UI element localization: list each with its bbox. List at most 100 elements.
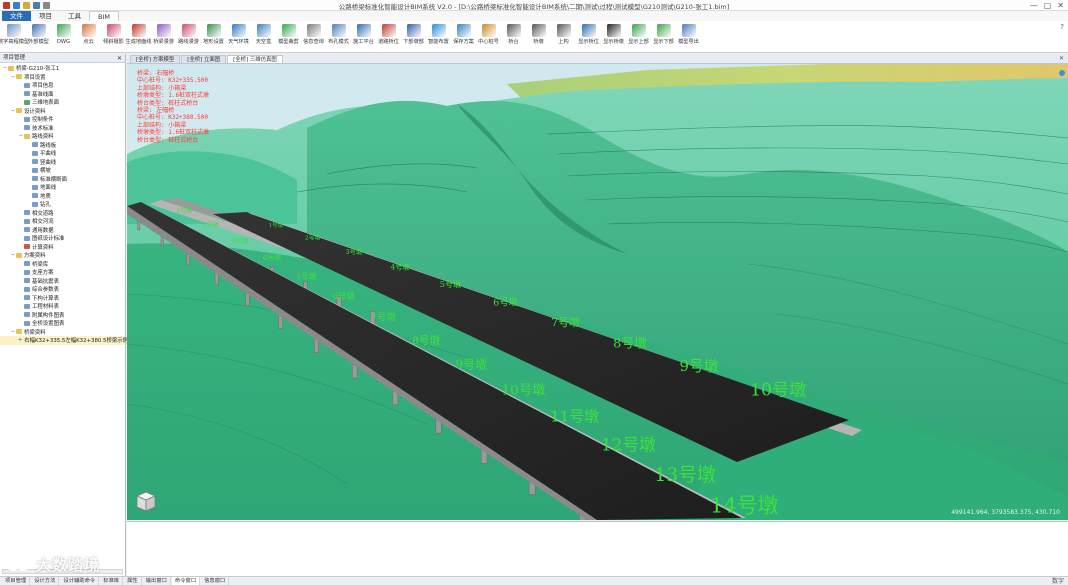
ribbon-button[interactable]: 外部模型 bbox=[26, 21, 51, 53]
watermark-text: 大数踏境 bbox=[36, 556, 101, 574]
close-panel-icon[interactable]: ✕ bbox=[117, 54, 122, 63]
ribbon-button[interactable]: DWG bbox=[51, 21, 76, 53]
tree-node[interactable]: 标准横断面 bbox=[0, 175, 125, 184]
tree-node[interactable]: − 方案资料 bbox=[0, 251, 125, 260]
document-icon bbox=[24, 125, 30, 131]
tree-node[interactable]: 全桥设置图表 bbox=[0, 319, 125, 328]
bottom-tab[interactable]: 项目管理 bbox=[2, 577, 31, 585]
ribbon-button[interactable]: 地形设置 bbox=[201, 21, 226, 53]
ribbon-button[interactable]: 路线漫游 bbox=[176, 21, 201, 53]
ribbon-button[interactable]: 生成地面线 bbox=[126, 21, 151, 53]
tree-node[interactable]: 基准线面 bbox=[0, 90, 125, 99]
tree-node[interactable]: 综合参数表 bbox=[0, 285, 125, 294]
menu-tab-tools[interactable]: 工具 bbox=[60, 11, 89, 21]
tree-node[interactable]: 基础抗震表 bbox=[0, 277, 125, 286]
output-panel[interactable] bbox=[127, 521, 1068, 576]
tree-node[interactable]: 平曲线 bbox=[0, 149, 125, 158]
tree-node[interactable]: 竖曲线 bbox=[0, 158, 125, 167]
ribbon-button-label: 上构 bbox=[558, 39, 569, 45]
dropdown-icon[interactable] bbox=[43, 1, 50, 9]
bottom-tab[interactable]: 信息窗口 bbox=[201, 577, 230, 585]
bottom-tab[interactable]: 设计方法 bbox=[31, 577, 60, 585]
tree-node[interactable]: 控制条件 bbox=[0, 115, 125, 124]
tree-node[interactable]: 项目信息 bbox=[0, 81, 125, 90]
bottom-tab[interactable]: 标准库 bbox=[100, 577, 124, 585]
ribbon-button[interactable]: 上构 bbox=[551, 21, 576, 53]
tree-node[interactable]: − 桥梁-G210-张工1 bbox=[0, 64, 125, 73]
tree-node[interactable]: 通用数据 bbox=[0, 226, 125, 235]
menu-tab-project[interactable]: 项目 bbox=[31, 11, 60, 21]
tree-node[interactable]: 三维地表面 bbox=[0, 98, 125, 107]
ribbon-button[interactable]: 显示桥墩 bbox=[601, 21, 626, 53]
ribbon-button[interactable]: 数字高程模型 bbox=[0, 21, 29, 53]
ribbon-button[interactable]: 施工平台 bbox=[351, 21, 376, 53]
ribbon-button[interactable]: 布孔模式 bbox=[326, 21, 351, 53]
save-icon[interactable] bbox=[33, 1, 40, 9]
ribbon-button[interactable]: 显示下部 bbox=[651, 21, 676, 53]
view-tab[interactable]: [全桥] 立面图 bbox=[181, 55, 227, 63]
ribbon-button[interactable]: 桥台 bbox=[501, 21, 526, 53]
menu-tab-bim[interactable]: BIM bbox=[89, 11, 119, 21]
ribbon-button[interactable]: 道路桥位 bbox=[376, 21, 401, 53]
open-file-icon[interactable] bbox=[23, 1, 30, 9]
tree-node-label: 支座方案 bbox=[32, 270, 54, 277]
tree-node[interactable]: − 项目设置 bbox=[0, 73, 125, 82]
view-tab[interactable]: [全桥] 方案模型 bbox=[130, 55, 181, 63]
ribbon-tool-icon bbox=[231, 24, 246, 37]
ribbon-button[interactable]: 显示上部 bbox=[626, 21, 651, 53]
ribbon-button[interactable]: 天气环境 bbox=[226, 21, 251, 53]
tree-node[interactable]: 横坡 bbox=[0, 166, 125, 175]
tree-node[interactable]: 桥梁库 bbox=[0, 260, 125, 269]
close-tab-icon[interactable]: ✕ bbox=[1059, 55, 1064, 62]
tree-node[interactable]: 地面线 bbox=[0, 183, 125, 192]
viewport-nav-dot[interactable] bbox=[1059, 70, 1065, 76]
ribbon-button[interactable]: 桥墩 bbox=[526, 21, 551, 53]
tree-node[interactable]: 下构计算表 bbox=[0, 294, 125, 303]
tree-node[interactable]: + 右幅K32+335.5左幅K32+380.5桥梁示例1 bbox=[0, 336, 131, 345]
bottom-tab[interactable]: 命令窗口 bbox=[171, 577, 201, 585]
ribbon-button[interactable]: 模型裁剪 bbox=[276, 21, 301, 53]
ribbon-button[interactable]: 保存方案 bbox=[451, 21, 476, 53]
tree-node[interactable]: − 路线资料 bbox=[0, 132, 125, 141]
expand-toggle-icon[interactable]: + bbox=[18, 337, 22, 343]
tree-node[interactable]: 支座方案 bbox=[0, 268, 125, 277]
terrain-icon bbox=[24, 99, 30, 105]
view-cube-icon[interactable] bbox=[133, 488, 159, 514]
tree-node[interactable]: 钻孔 bbox=[0, 200, 125, 209]
tree-node-label: 地质 bbox=[40, 193, 51, 200]
ribbon-button[interactable]: 显示桥位 bbox=[576, 21, 601, 53]
ribbon-button[interactable]: 信息查询 bbox=[301, 21, 326, 53]
tree-node[interactable]: 地质 bbox=[0, 192, 125, 201]
pier-label: 2号墩 bbox=[305, 234, 320, 242]
close-button[interactable]: ✕ bbox=[1057, 0, 1064, 11]
ribbon-button[interactable]: 倾斜摄影 bbox=[101, 21, 126, 53]
tree-node[interactable]: − 桥梁资料 bbox=[0, 328, 125, 337]
tree-node[interactable]: 工程材料表 bbox=[0, 302, 125, 311]
ribbon-button[interactable]: 下部墩部 bbox=[401, 21, 426, 53]
ribbon-button[interactable]: 天空盒 bbox=[251, 21, 276, 53]
new-file-icon[interactable] bbox=[13, 1, 20, 9]
tree-node[interactable]: 附属构件图表 bbox=[0, 311, 125, 320]
bottom-tab[interactable]: 属性 bbox=[124, 577, 142, 585]
help-icon[interactable]: ? bbox=[1060, 23, 1064, 31]
ribbon-button[interactable]: 智能布置 bbox=[426, 21, 451, 53]
ribbon-button[interactable]: 桥梁漫游 bbox=[151, 21, 176, 53]
tree-node[interactable]: 相交道路 bbox=[0, 209, 125, 218]
ribbon-button[interactable]: 中心桩号 bbox=[476, 21, 501, 53]
tree-node[interactable]: 相交河流 bbox=[0, 217, 125, 226]
ribbon-button-label: 保存方案 bbox=[453, 39, 474, 45]
tree-node[interactable]: 技术标准 bbox=[0, 124, 125, 133]
tree-node[interactable]: 计算资料 bbox=[0, 243, 125, 252]
bottom-tab[interactable]: 设计辅助命令 bbox=[60, 577, 100, 585]
ribbon-button[interactable]: 模型导出 bbox=[676, 21, 701, 53]
tree-node[interactable]: − 设计资料 bbox=[0, 107, 125, 116]
menu-tab-file[interactable]: 文件 bbox=[2, 11, 31, 21]
ribbon-button[interactable]: 点云 bbox=[76, 21, 101, 53]
minimize-button[interactable]: — bbox=[1030, 0, 1038, 11]
3d-viewport[interactable]: 1号墩 2号墩 3号墩 4号墩 5号墩 6号墩 7号墩 8号墩 9号墩 10号墩 11号墩 12号墩 1… bbox=[127, 64, 1068, 520]
view-tab[interactable]: [全桥] 三维仿真图 bbox=[227, 55, 283, 63]
maximize-button[interactable]: ▢ bbox=[1044, 0, 1052, 11]
tree-node[interactable]: 路线板 bbox=[0, 141, 125, 150]
bottom-tab[interactable]: 输出窗口 bbox=[143, 577, 171, 585]
tree-node[interactable]: 图纸设计标准 bbox=[0, 234, 125, 243]
